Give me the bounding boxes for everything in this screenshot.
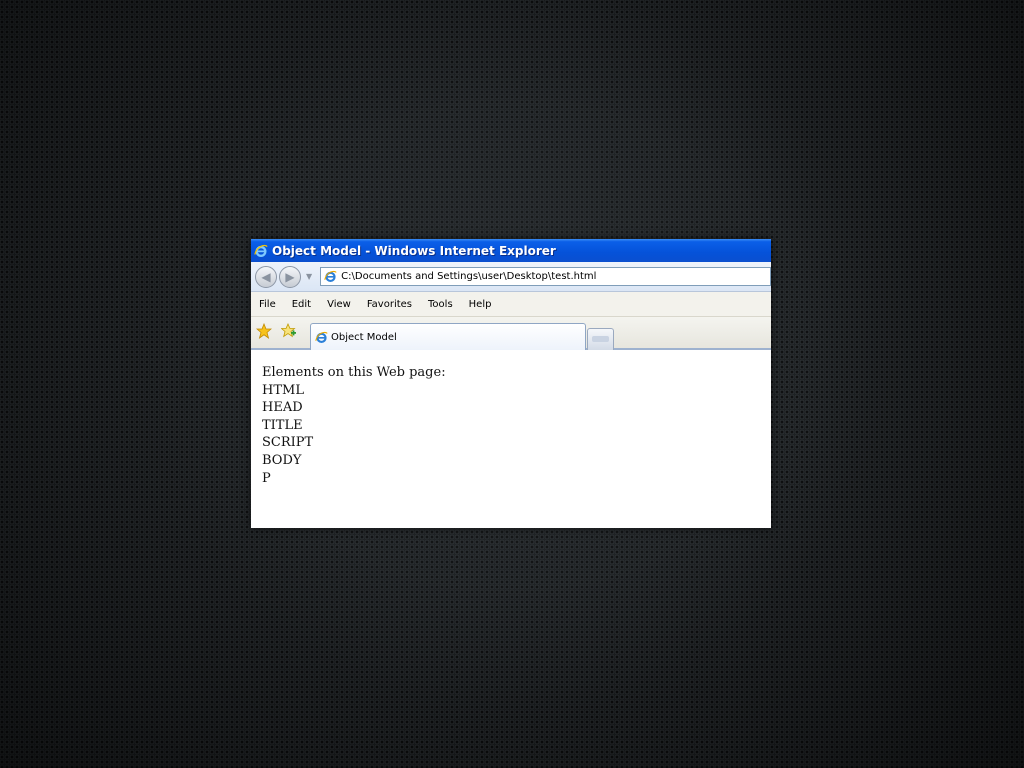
- menu-bar: File Edit View Favorites Tools Help: [251, 292, 771, 317]
- menu-view[interactable]: View: [319, 299, 359, 310]
- tab-row: Object Model: [251, 317, 771, 350]
- tab-label: Object Model: [331, 331, 397, 343]
- element-item: SCRIPT: [262, 435, 314, 451]
- address-url: C:\Documents and Settings\user\Desktop\t…: [341, 271, 597, 282]
- forward-arrow-icon: ▶: [285, 269, 295, 284]
- tab-ie-icon: [315, 331, 328, 343]
- menu-favorites[interactable]: Favorites: [359, 299, 420, 310]
- menu-edit[interactable]: Edit: [284, 299, 319, 310]
- page-ie-icon: [324, 270, 337, 283]
- favorites-star-icon[interactable]: [256, 323, 272, 339]
- forward-button[interactable]: ▶: [279, 265, 301, 288]
- new-tab-icon: [592, 336, 609, 342]
- page-heading: Elements on this Web page:: [262, 365, 446, 380]
- tab-object-model[interactable]: Object Model: [310, 323, 586, 350]
- back-button[interactable]: ◀: [255, 265, 277, 288]
- ie-logo-icon: [254, 244, 268, 257]
- menu-tools[interactable]: Tools: [420, 299, 461, 310]
- menu-help[interactable]: Help: [461, 299, 500, 310]
- element-item: HTML: [262, 382, 304, 398]
- element-item: BODY: [262, 452, 302, 468]
- menu-file[interactable]: File: [251, 299, 284, 310]
- element-item: HEAD: [262, 400, 303, 416]
- back-arrow-icon: ◀: [261, 269, 271, 284]
- window-title: Object Model - Windows Internet Explorer: [272, 243, 556, 258]
- new-tab-button[interactable]: [587, 328, 614, 350]
- element-item: P: [262, 470, 271, 486]
- title-bar[interactable]: Object Model - Windows Internet Explorer: [251, 239, 771, 262]
- browser-window: Object Model - Windows Internet Explorer…: [251, 239, 771, 528]
- add-favorites-icon[interactable]: [281, 323, 297, 339]
- address-bar[interactable]: C:\Documents and Settings\user\Desktop\t…: [320, 267, 771, 286]
- address-row: ◀ ▶ ▼ C:\Documents and Settings\user\Des…: [251, 262, 771, 292]
- recent-pages-dropdown-icon[interactable]: ▼: [306, 272, 312, 281]
- page-content: Elements on this Web page: HTML HEAD TIT…: [251, 350, 771, 501]
- element-item: TITLE: [262, 417, 303, 433]
